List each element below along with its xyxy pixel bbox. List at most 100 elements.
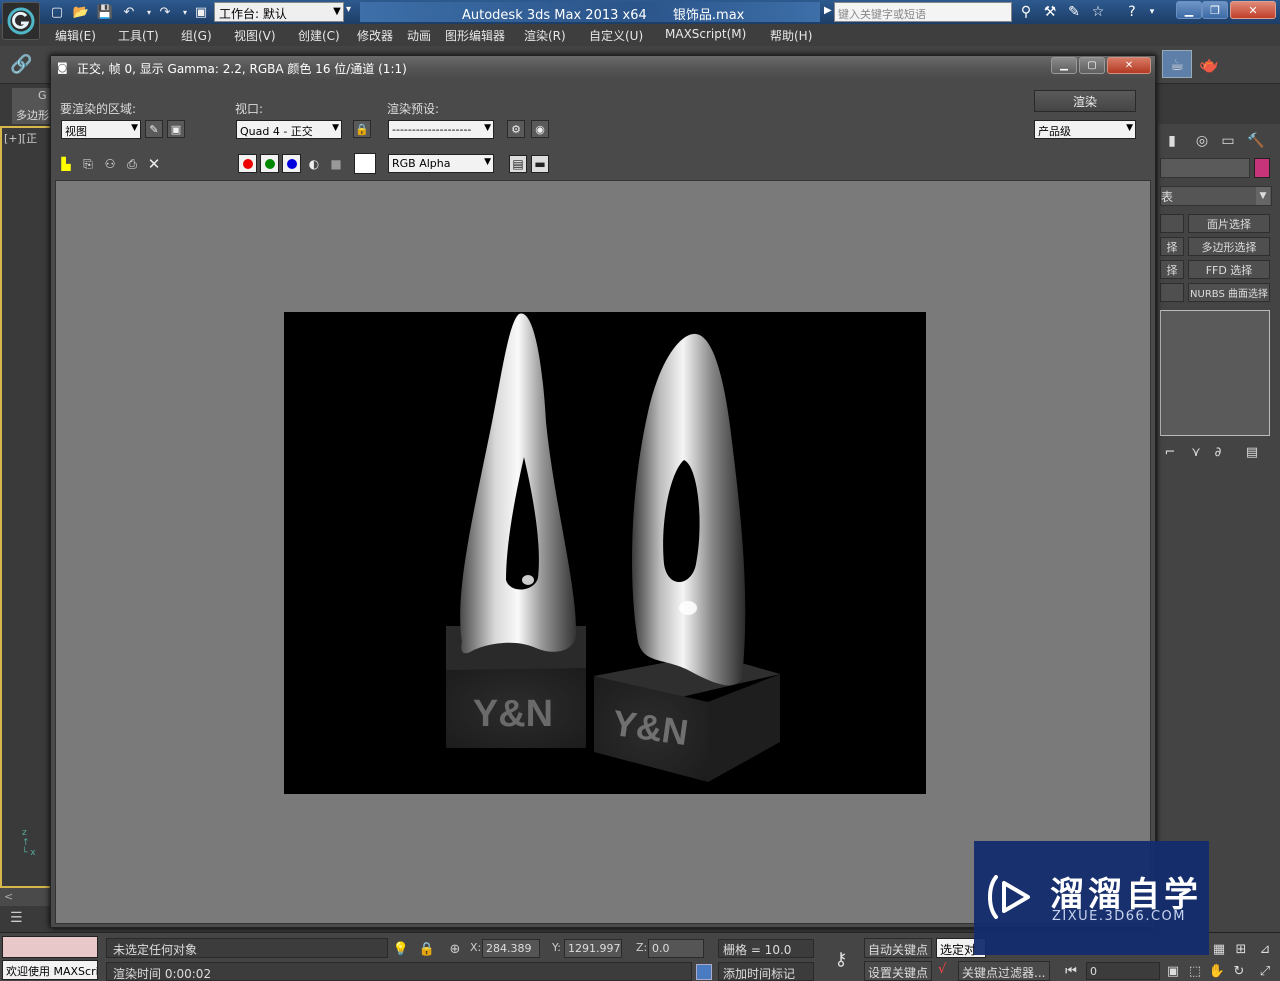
lock-viewport-icon[interactable]: 🔒 [353,120,371,138]
menu-help[interactable]: 帮助(H) [770,27,812,44]
green-channel-toggle[interactable] [260,154,279,173]
help-dropdown-icon[interactable]: ▾ [1142,2,1162,22]
ffd-select-button[interactable]: FFD 选择 [1188,260,1270,279]
edit-region-icon[interactable]: ✎ [145,120,163,138]
blue-channel-toggle[interactable] [282,154,301,173]
nurbs-surface-select-button[interactable]: NURBS 曲面选择 [1188,283,1270,302]
object-name-field[interactable] [1160,158,1250,178]
monochrome-icon[interactable]: ■ [327,155,345,173]
undo-icon[interactable]: ↶ [120,3,138,21]
render-button[interactable]: 渲染 [1034,90,1136,112]
make-unique-icon[interactable]: ∂ [1208,442,1228,462]
absolute-mode-icon[interactable]: ⊕ [446,940,464,958]
modifier-button[interactable]: 择 [1160,260,1184,279]
redo-icon[interactable]: ↷ [156,3,174,21]
background-color-swatch[interactable] [354,153,376,174]
modifier-stack-list[interactable] [1160,310,1270,436]
modifier-button[interactable]: 择 [1160,237,1184,256]
print-image-icon[interactable]: ⎙ [123,155,141,173]
time-tag-icon[interactable] [696,964,712,980]
red-channel-toggle[interactable] [238,154,257,173]
save-file-icon[interactable]: 💾 [96,3,114,21]
auto-region-icon[interactable]: ▣ [167,120,185,138]
app-logo-icon[interactable] [2,2,40,40]
maxscript-listener-input[interactable] [2,936,98,958]
new-file-icon[interactable]: ▢ [48,3,66,21]
open-file-icon[interactable]: 📂 [72,3,90,21]
current-frame-field[interactable]: 0 [1086,962,1160,980]
y-coord-field[interactable]: 1291.997 [564,939,622,958]
clone-window-icon[interactable]: ⚇ [101,155,119,173]
project-folder-icon[interactable]: ▣ [192,3,210,21]
poly-select-button[interactable]: 多边形选择 [1188,237,1270,256]
help-icon[interactable]: ? [1122,2,1142,22]
key-filters-button[interactable]: 关键点过滤器... [958,961,1050,981]
zoom-extents-icon[interactable]: ▣ [1164,962,1182,980]
zoom-all-icon[interactable]: ▦ [1210,940,1228,958]
search-input[interactable]: 键入关键字或短语 [834,2,1012,22]
copy-image-icon[interactable]: ⎘ [79,155,97,173]
close-button[interactable]: ✕ [1230,1,1276,19]
subscription-icon[interactable]: ⚒ [1040,2,1060,22]
render-setup-icon[interactable]: ⚙ [507,120,525,138]
track-bar-toggle-icon[interactable]: ☰ [0,908,50,932]
z-coord-field[interactable]: 0.0 [648,939,704,958]
quick-access-menu-icon[interactable]: ▾ [346,4,351,15]
menu-animation[interactable]: 动画 [407,27,431,44]
toggle-ui-overlay-icon[interactable]: ▤ [509,155,527,173]
motion-tab-icon[interactable]: ◎ [1190,130,1214,152]
render-production-icon[interactable]: 🫖 [1194,50,1224,78]
clear-image-icon[interactable]: ✕ [145,155,163,173]
render-window-close-button[interactable]: ✕ [1107,57,1151,74]
viewport-dropdown[interactable]: Quad 4 - 正交 ▼ [236,120,342,139]
menu-rendering[interactable]: 渲染(R) [524,27,566,44]
modify-tab-icon[interactable]: ▮ [1160,130,1184,152]
field-of-view-icon[interactable]: ⊿ [1256,940,1274,958]
toggle-ui-icon[interactable]: ▬ [531,155,549,173]
add-time-tag-button[interactable]: 添加时间标记 [718,962,814,981]
save-image-icon[interactable]: ▙ [57,155,75,173]
configure-modifier-sets-icon[interactable]: ▤ [1242,442,1262,462]
menu-maxscript[interactable]: MAXScript(M) [665,27,746,41]
zoom-region-icon[interactable]: ⬚ [1186,962,1204,980]
pan-view-icon[interactable]: ✋ [1208,962,1226,980]
timeline-scroll-left-icon[interactable]: < [0,888,50,906]
show-end-result-icon[interactable]: ⋎ [1186,442,1206,462]
menu-graph-editors[interactable]: 图形编辑器 [445,27,505,44]
restore-button[interactable]: ❐ [1202,1,1228,19]
set-key-button[interactable]: 设置关键点 [864,961,932,981]
favorites-star-icon[interactable]: ☆ [1088,2,1108,22]
menu-views[interactable]: 视图(V) [234,27,276,44]
patch-select-button[interactable]: 面片选择 [1188,214,1270,233]
display-tab-icon[interactable]: ▭ [1216,130,1240,152]
menu-customize[interactable]: 自定义(U) [589,27,643,44]
zoom-extents-all-icon[interactable]: ⊞ [1232,940,1250,958]
maxscript-welcome-field[interactable]: 欢迎使用 MAXScript [2,960,98,980]
render-window-titlebar[interactable]: ◙ 正交, 帧 0, 显示 Gamma: 2.2, RGBA 颜色 16 位/通… [51,56,1155,80]
time-config-icon[interactable]: ⏮ [1062,962,1080,980]
set-key-icon[interactable]: ⚷ [826,948,856,970]
viewport-label[interactable]: [+][正 [4,130,37,146]
modifier-button[interactable] [1160,283,1184,302]
chevron-down-icon[interactable]: ▼ [330,2,344,20]
orbit-icon[interactable]: ↻ [1230,962,1248,980]
search-expand-icon[interactable]: ▶ [824,5,832,16]
render-frame-window-icon[interactable]: ☕ [1162,50,1192,78]
menu-group[interactable]: 组(G) [181,27,212,44]
selection-lock-icon[interactable]: 🔒 [418,940,436,958]
render-preset-dropdown[interactable]: -------------------- ▼ [388,120,494,139]
x-coord-field[interactable]: 284.389 [482,939,540,958]
maximize-viewport-icon[interactable]: ⤢ [1256,962,1274,980]
modifier-button[interactable] [1160,214,1184,233]
menu-modifiers[interactable]: 修改器 [357,27,393,44]
ribbon-tab[interactable]: G [12,88,52,106]
binoculars-icon[interactable]: ⚲ [1016,2,1036,22]
workspace-dropdown[interactable]: 工作台: 默认 [214,2,344,22]
communication-icon[interactable]: ✎ [1064,2,1084,22]
auto-key-button[interactable]: 自动关键点 [864,938,932,958]
select-and-link-icon[interactable]: 🔗 [10,54,34,76]
menu-tools[interactable]: 工具(T) [118,27,159,44]
environment-effects-icon[interactable]: ◉ [531,120,549,138]
render-window-minimize-button[interactable]: ▁ [1051,57,1077,74]
pin-stack-icon[interactable]: ⌐ [1160,442,1180,462]
